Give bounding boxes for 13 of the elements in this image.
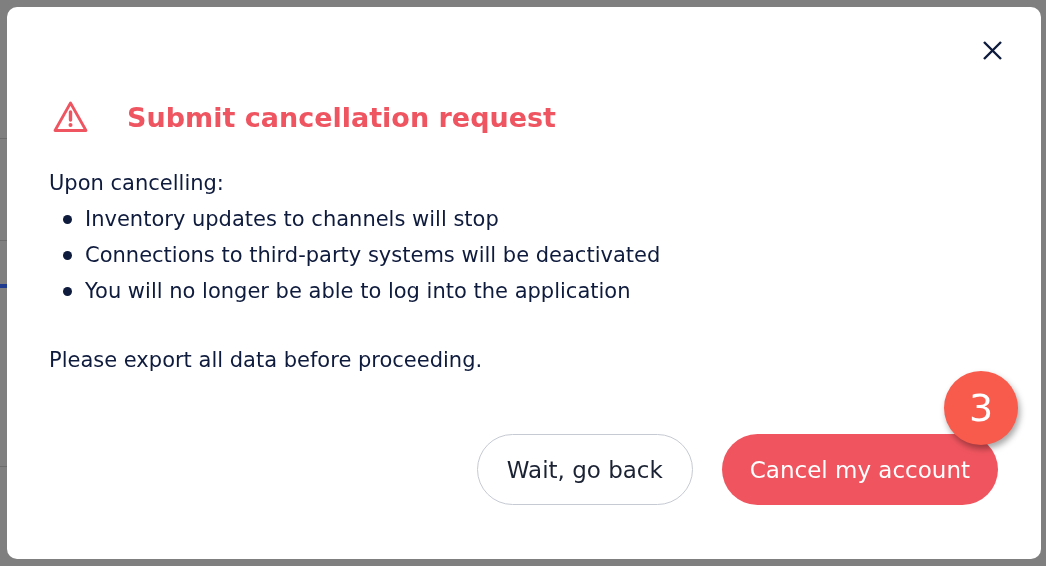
bullet-icon — [63, 215, 72, 224]
back-button[interactable]: Wait, go back — [476, 434, 693, 505]
warning-icon — [53, 101, 88, 133]
dialog-title: Submit cancellation request — [127, 101, 556, 133]
step-badge: 3 — [944, 371, 1018, 445]
bullet-icon — [63, 251, 72, 260]
intro-text: Upon cancelling: — [49, 170, 225, 197]
note-text: Please export all data before proceeding. — [49, 347, 484, 374]
list-item: Connections to third-party systems will be deactivated — [85, 243, 661, 267]
list-item: Inventory updates to channels will stop — [85, 207, 499, 231]
bullet-icon — [63, 287, 72, 296]
list-item: You will no longer be able to log into the application — [85, 279, 631, 303]
close-icon[interactable] — [982, 40, 1003, 61]
